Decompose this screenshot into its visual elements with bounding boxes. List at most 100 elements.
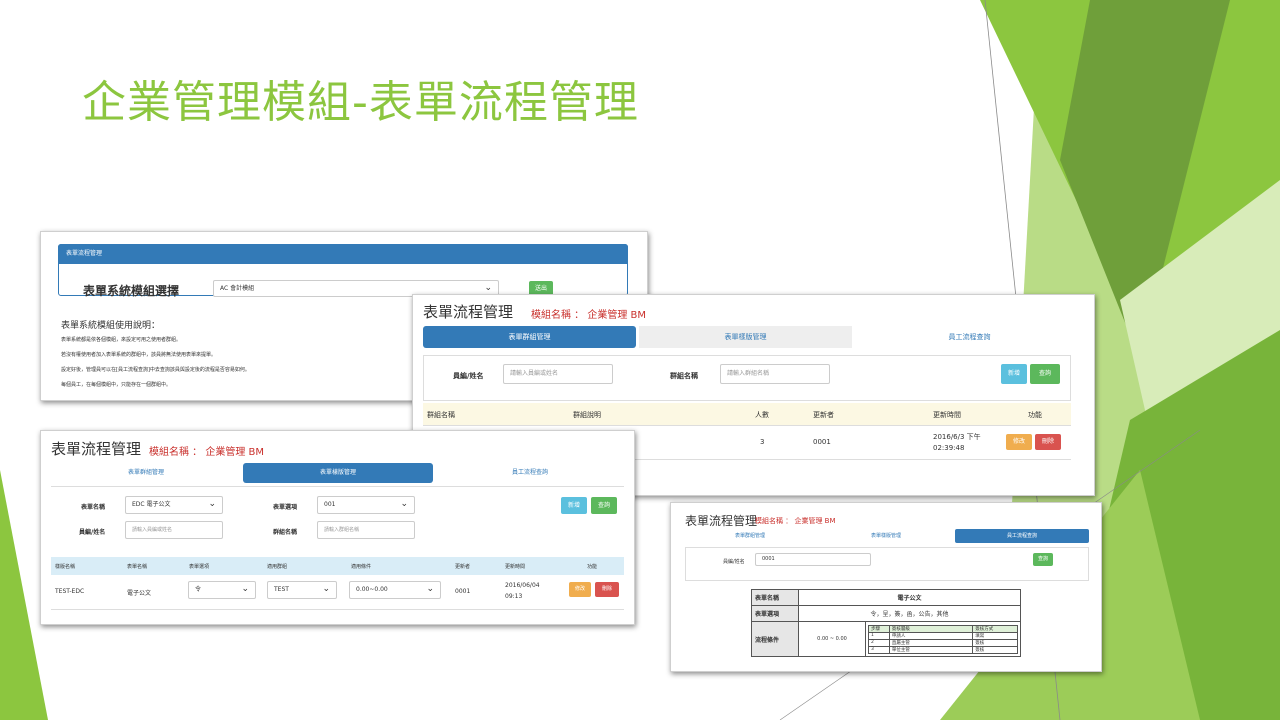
- flow-document-table: 表單名稱 電子公文 表單選項 令，呈，簽，函，公告，其他 流程條件 0.00 ~…: [751, 589, 1021, 657]
- doc-form-name-value: 電子公文: [798, 589, 1021, 606]
- tab-template-management[interactable]: 表單樣版管理: [243, 463, 433, 483]
- step-method: 填寫: [972, 631, 1018, 640]
- row-time-date: 2016/06/04: [505, 582, 540, 589]
- usage-line: 設定好後，管理員可以在[員工流程查詢]中去查詢該員與設定後的流程是否容易如何。: [61, 367, 250, 373]
- table-header: [423, 403, 1071, 426]
- row-group-value: TEST: [274, 586, 289, 593]
- query-button[interactable]: 查詢: [1030, 364, 1060, 384]
- module-select-label: 表單系統模組選擇: [83, 284, 180, 298]
- module-name-label: 模組名稱 ： 企業管理 BM: [149, 447, 265, 458]
- col-actions: 功能: [587, 564, 598, 570]
- add-button[interactable]: 新增: [561, 497, 587, 514]
- query-button[interactable]: 查詢: [1033, 553, 1053, 566]
- row-option-select[interactable]: 令 ⌄: [188, 581, 256, 599]
- edit-button[interactable]: 修改: [569, 582, 591, 597]
- chevron-down-icon: ⌄: [484, 282, 492, 293]
- row-time-date: 2016/6/3 下午: [933, 433, 981, 441]
- row-group-select[interactable]: TEST ⌄: [267, 581, 337, 599]
- row-time-clock: 09:13: [505, 593, 523, 600]
- form-name-select[interactable]: EDC 電子公文 ⌄: [125, 496, 223, 514]
- delete-button[interactable]: 刪除: [595, 582, 619, 597]
- employee-label: 員編/姓名: [723, 559, 745, 565]
- doc-flow-label: 流程條件: [751, 621, 799, 657]
- employee-placeholder: 請輸入員編或姓名: [510, 370, 559, 377]
- employee-search-input[interactable]: 0001: [755, 553, 871, 566]
- doc-form-option-label: 表單選項: [751, 605, 799, 622]
- chevron-down-icon: ⌄: [400, 499, 408, 510]
- chevron-down-icon: ⌄: [241, 584, 249, 595]
- step-number: 1: [868, 631, 890, 640]
- panel-title: 表單流程管理: [66, 250, 103, 257]
- col-template-name: 樣版名稱: [55, 564, 76, 570]
- tab-group-management[interactable]: 表單群組管理: [685, 529, 815, 543]
- form-name-label: 表單名稱: [81, 504, 106, 511]
- step-col-method: 簽核方式: [972, 624, 1018, 633]
- doc-form-name-label: 表單名稱: [751, 589, 799, 606]
- tab-group-management[interactable]: 表單群組管理: [423, 326, 636, 348]
- form-option-label: 表單選項: [273, 504, 298, 511]
- employee-label: 員編/姓名: [79, 529, 106, 536]
- group-label: 群組名稱: [273, 529, 298, 536]
- screenshot-employee-flow-query: 表單流程管理 模組名稱 ： 企業管理 BM 表單群組管理 表單樣版管理 員工流程…: [670, 502, 1102, 672]
- query-button[interactable]: 查詢: [591, 497, 617, 514]
- col-group-name: 群組名稱: [427, 411, 455, 419]
- group-placeholder: 請輸入群組名稱: [324, 527, 360, 533]
- group-placeholder: 請輸入群組名稱: [727, 370, 770, 377]
- row-option-value: 令: [195, 586, 202, 593]
- delete-button[interactable]: 刪除: [1035, 434, 1061, 450]
- step-number: 2: [868, 638, 890, 647]
- col-updater: 更新者: [455, 564, 471, 570]
- form-option-select[interactable]: 001 ⌄: [317, 496, 415, 514]
- flow-step-row: 2 直屬主管 簽核: [868, 638, 1018, 647]
- chevron-down-icon: ⌄: [208, 499, 216, 510]
- employee-search-input[interactable]: 請輸入員編或姓名: [125, 521, 223, 539]
- row-updater: 0001: [455, 588, 471, 595]
- page-title: 表單流程管理: [51, 440, 142, 458]
- employee-search-input[interactable]: 請輸入員編或姓名: [503, 364, 613, 384]
- tab-template-management[interactable]: 表單樣版管理: [639, 326, 852, 348]
- module-name-label: 模組名稱 ： 企業管理 BM: [531, 310, 647, 321]
- edit-button[interactable]: 修改: [1006, 434, 1032, 450]
- col-updated-time: 更新時間: [505, 564, 526, 570]
- module-name-label: 模組名稱 ： 企業管理 BM: [755, 517, 836, 525]
- usage-line: 表單系統都是依各個模組，來設定可用之使用者群組。: [61, 337, 182, 343]
- step-col-level: 簽核層級: [888, 624, 974, 633]
- group-search-input[interactable]: 請輸入群組名稱: [317, 521, 415, 539]
- tab-template-management[interactable]: 表單樣版管理: [821, 529, 951, 543]
- flow-steps-table: 步驟 簽核層級 簽核方式 1 申請人 填寫 2 直屬主管 簽核 3 單位主管 簽…: [868, 624, 1018, 654]
- flow-step-row: 3 單位主管 簽核: [868, 645, 1018, 654]
- row-form-name: 電子公文: [127, 590, 152, 597]
- col-form-name: 表單名稱: [127, 564, 148, 570]
- tab-group-management[interactable]: 表單群組管理: [51, 463, 241, 483]
- row-condition-select[interactable]: 0.00~0.00 ⌄: [349, 581, 441, 599]
- doc-flow-steps-cell: 步驟 簽核層級 簽核方式 1 申請人 填寫 2 直屬主管 簽核 3 單位主管 簽…: [865, 621, 1021, 657]
- screenshot-template-management: 表單流程管理 模組名稱 ： 企業管理 BM 表單群組管理 表單樣版管理 員工流程…: [40, 430, 635, 625]
- col-form-option: 表單選項: [189, 564, 210, 570]
- step-level: 申請人: [888, 631, 974, 640]
- step-level: 單位主管: [888, 645, 974, 654]
- row-condition-value: 0.00~0.00: [356, 586, 388, 593]
- row-updater: 0001: [813, 438, 831, 446]
- step-level: 直屬主管: [888, 638, 974, 647]
- step-method: 簽核: [972, 638, 1018, 647]
- panel-header: 表單流程管理: [58, 244, 628, 264]
- col-condition: 適用條件: [351, 564, 372, 570]
- usage-line: 每個員工，在每個模組中，只能存在一個群組中。: [61, 382, 172, 388]
- tab-divider: [51, 486, 624, 487]
- col-count: 人數: [755, 411, 769, 419]
- flow-step-row: 1 申請人 填寫: [868, 631, 1018, 640]
- page-title: 表單流程管理: [423, 303, 514, 321]
- search-panel: [685, 547, 1089, 581]
- slide-title: 企業管理模組-表單流程管理: [82, 77, 639, 128]
- col-group-desc: 群組說明: [573, 411, 601, 419]
- module-select-value: AC 會計模組: [220, 285, 255, 292]
- tab-employee-flow-query[interactable]: 員工流程查詢: [955, 529, 1089, 543]
- usage-title: 表單系統模組使用說明：: [61, 321, 161, 331]
- add-button[interactable]: 新增: [1001, 364, 1027, 384]
- group-search-input[interactable]: 請輸入群組名稱: [720, 364, 830, 384]
- form-option-value: 001: [324, 501, 336, 508]
- tab-employee-flow-query[interactable]: 員工流程查詢: [863, 326, 1076, 348]
- col-actions: 功能: [1028, 411, 1042, 419]
- col-updater: 更新者: [813, 411, 834, 419]
- tab-employee-flow-query[interactable]: 員工流程查詢: [435, 463, 625, 483]
